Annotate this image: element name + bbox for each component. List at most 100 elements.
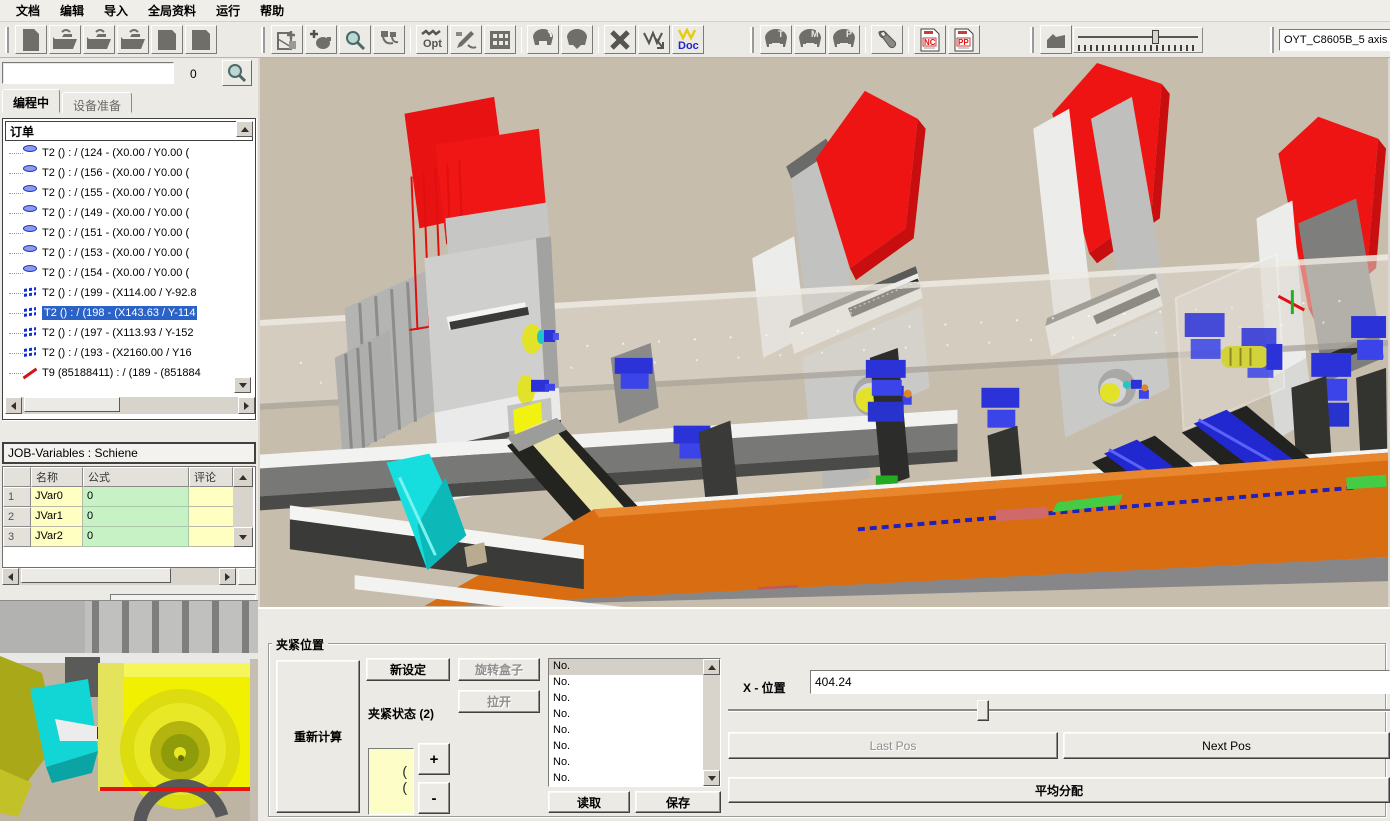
list-item[interactable]: No. (549, 675, 720, 691)
tree-item[interactable]: T2 () : / (199 - (X114.00 / Y-92.8 (5, 283, 235, 303)
pull-open-button[interactable]: 拉开 (458, 690, 540, 713)
save-button[interactable]: 保存 (635, 791, 721, 813)
open-document-button[interactable] (49, 25, 81, 54)
decrement-button[interactable]: - (418, 782, 450, 814)
settings-button[interactable] (871, 25, 903, 54)
add-part-button[interactable] (305, 25, 337, 54)
list-item[interactable]: No. (549, 691, 720, 707)
rotate-box-button[interactable]: 旋转盒子 (458, 658, 540, 681)
wave-arrow-button[interactable] (638, 25, 670, 54)
zoom-slider[interactable] (1073, 27, 1203, 53)
delete-button[interactable] (604, 25, 636, 54)
table-scroll-left-button[interactable] (2, 568, 19, 585)
cell-name[interactable]: JVar1 (31, 507, 83, 527)
cell-formula[interactable]: 0 (83, 507, 189, 527)
x-position-input[interactable] (810, 670, 1390, 694)
cell-comment[interactable] (189, 527, 233, 547)
menu-file[interactable]: 文档 (6, 0, 50, 21)
tool-head2-button[interactable] (561, 25, 593, 54)
list-item[interactable]: No. (549, 739, 720, 755)
document-dark-button[interactable] (151, 25, 183, 54)
tool-head-button[interactable] (527, 25, 559, 54)
viewport-3d[interactable] (258, 58, 1390, 607)
header-name[interactable]: 名称 (31, 467, 83, 487)
machine-p-button[interactable]: P (828, 25, 860, 54)
table-scrollbar-thumb[interactable] (21, 568, 171, 583)
tree-item-selected[interactable]: T2 () : / (198 - (X143.63 / Y-114 (5, 303, 235, 323)
menu-edit[interactable]: 编辑 (50, 0, 94, 21)
notes-button[interactable] (373, 25, 405, 54)
cad-edit-button[interactable] (450, 25, 482, 54)
cell-formula[interactable]: 0 (83, 487, 189, 507)
toolbar-grip[interactable] (261, 27, 265, 53)
listbox-scroll-down-button[interactable] (703, 770, 720, 786)
x-position-slider-handle[interactable] (977, 700, 989, 721)
machine-m-button[interactable]: M (794, 25, 826, 54)
tree-scroll-right-button[interactable] (238, 397, 255, 414)
nc-file-button[interactable]: NC (914, 25, 946, 54)
menu-run[interactable]: 运行 (206, 0, 250, 21)
list-item[interactable]: No. (549, 707, 720, 723)
menu-import[interactable]: 导入 (94, 0, 138, 21)
document-dark2-button[interactable] (185, 25, 217, 54)
listbox-scroll-up-button[interactable] (703, 659, 720, 675)
doc-export-button[interactable]: Doc (672, 25, 704, 54)
search-button[interactable] (222, 60, 252, 86)
tree-item[interactable]: T2 () : / (149 - (X0.00 / Y0.00 ( (5, 203, 235, 223)
table-row[interactable]: 3 JVar2 0 (3, 527, 255, 547)
tree-scrollbar-thumb[interactable] (24, 397, 120, 412)
grid-button[interactable] (484, 25, 516, 54)
table-vscroll-track[interactable] (233, 507, 253, 527)
tree-item[interactable]: T2 () : / (124 - (X0.00 / Y0.00 ( (5, 143, 235, 163)
tree-scroll-up-button[interactable] (236, 121, 253, 137)
new-setting-button[interactable]: 新设定 (366, 658, 450, 681)
tab-device-prep[interactable]: 设备准备 (62, 92, 132, 113)
tree-item[interactable]: T2 () : / (151 - (X0.00 / Y0.00 ( (5, 223, 235, 243)
header-formula[interactable]: 公式 (83, 467, 189, 487)
zoom-slider-handle[interactable] (1152, 30, 1159, 44)
toolbar-grip[interactable] (1270, 27, 1274, 53)
read-button[interactable]: 读取 (548, 791, 630, 813)
x-position-slider-track[interactable] (728, 709, 1390, 712)
machine-t-button[interactable]: T (760, 25, 792, 54)
table-scroll-right-button[interactable] (219, 568, 236, 585)
table-vscroll-track[interactable] (233, 487, 253, 507)
position-listbox[interactable]: No. No. No. No. No. No. No. No. (548, 658, 721, 787)
list-item[interactable]: No. (549, 771, 720, 787)
toolbar-grip[interactable] (750, 27, 754, 53)
list-item[interactable]: No. (549, 723, 720, 739)
tree-item[interactable]: T2 () : / (155 - (X0.00 / Y0.00 ( (5, 183, 235, 203)
cell-name[interactable]: JVar2 (31, 527, 83, 547)
listbox-scrollbar[interactable] (703, 659, 720, 786)
table-vscroll-bottom[interactable] (233, 527, 253, 547)
open-folder-button[interactable] (83, 25, 115, 54)
tree-scroll-down-button[interactable] (234, 377, 251, 393)
table-horizontal-scrollbar[interactable] (2, 568, 236, 585)
last-pos-button[interactable]: Last Pos (728, 732, 1058, 759)
window-add-button[interactable] (271, 25, 303, 54)
toolbar-grip[interactable] (1030, 27, 1034, 53)
table-vscroll-top[interactable] (233, 467, 253, 487)
optimize-button[interactable]: Opt (416, 25, 448, 54)
next-pos-button[interactable]: Next Pos (1063, 732, 1390, 759)
menu-global-data[interactable]: 全局资料 (138, 0, 206, 21)
tree-item[interactable]: T2 () : / (153 - (X0.00 / Y0.00 ( (5, 243, 235, 263)
list-item[interactable]: No. (549, 755, 720, 771)
tree-item[interactable]: T2 () : / (156 - (X0.00 / Y0.00 ( (5, 163, 235, 183)
import-folder-button[interactable] (117, 25, 149, 54)
table-row[interactable]: 2 JVar1 0 (3, 507, 255, 527)
new-document-button[interactable] (15, 25, 47, 54)
tree-horizontal-scrollbar[interactable] (5, 397, 255, 414)
recalculate-button[interactable]: 重新计算 (276, 660, 360, 813)
menu-help[interactable]: 帮助 (250, 0, 294, 21)
tree-item[interactable]: T2 () : / (197 - (X113.93 / Y-152 (5, 323, 235, 343)
toolbar-grip[interactable] (5, 27, 9, 53)
tree-item[interactable]: T2 () : / (193 - (X2160.00 / Y16 (5, 343, 235, 363)
pp-file-button[interactable]: PP (948, 25, 980, 54)
part-view-button[interactable] (1040, 25, 1072, 54)
tree-scroll-left-button[interactable] (5, 397, 22, 414)
preview-2d-view[interactable] (0, 600, 258, 821)
search-input[interactable] (2, 62, 174, 84)
zoom-button[interactable] (339, 25, 371, 54)
table-row[interactable]: 1 JVar0 0 (3, 487, 255, 507)
